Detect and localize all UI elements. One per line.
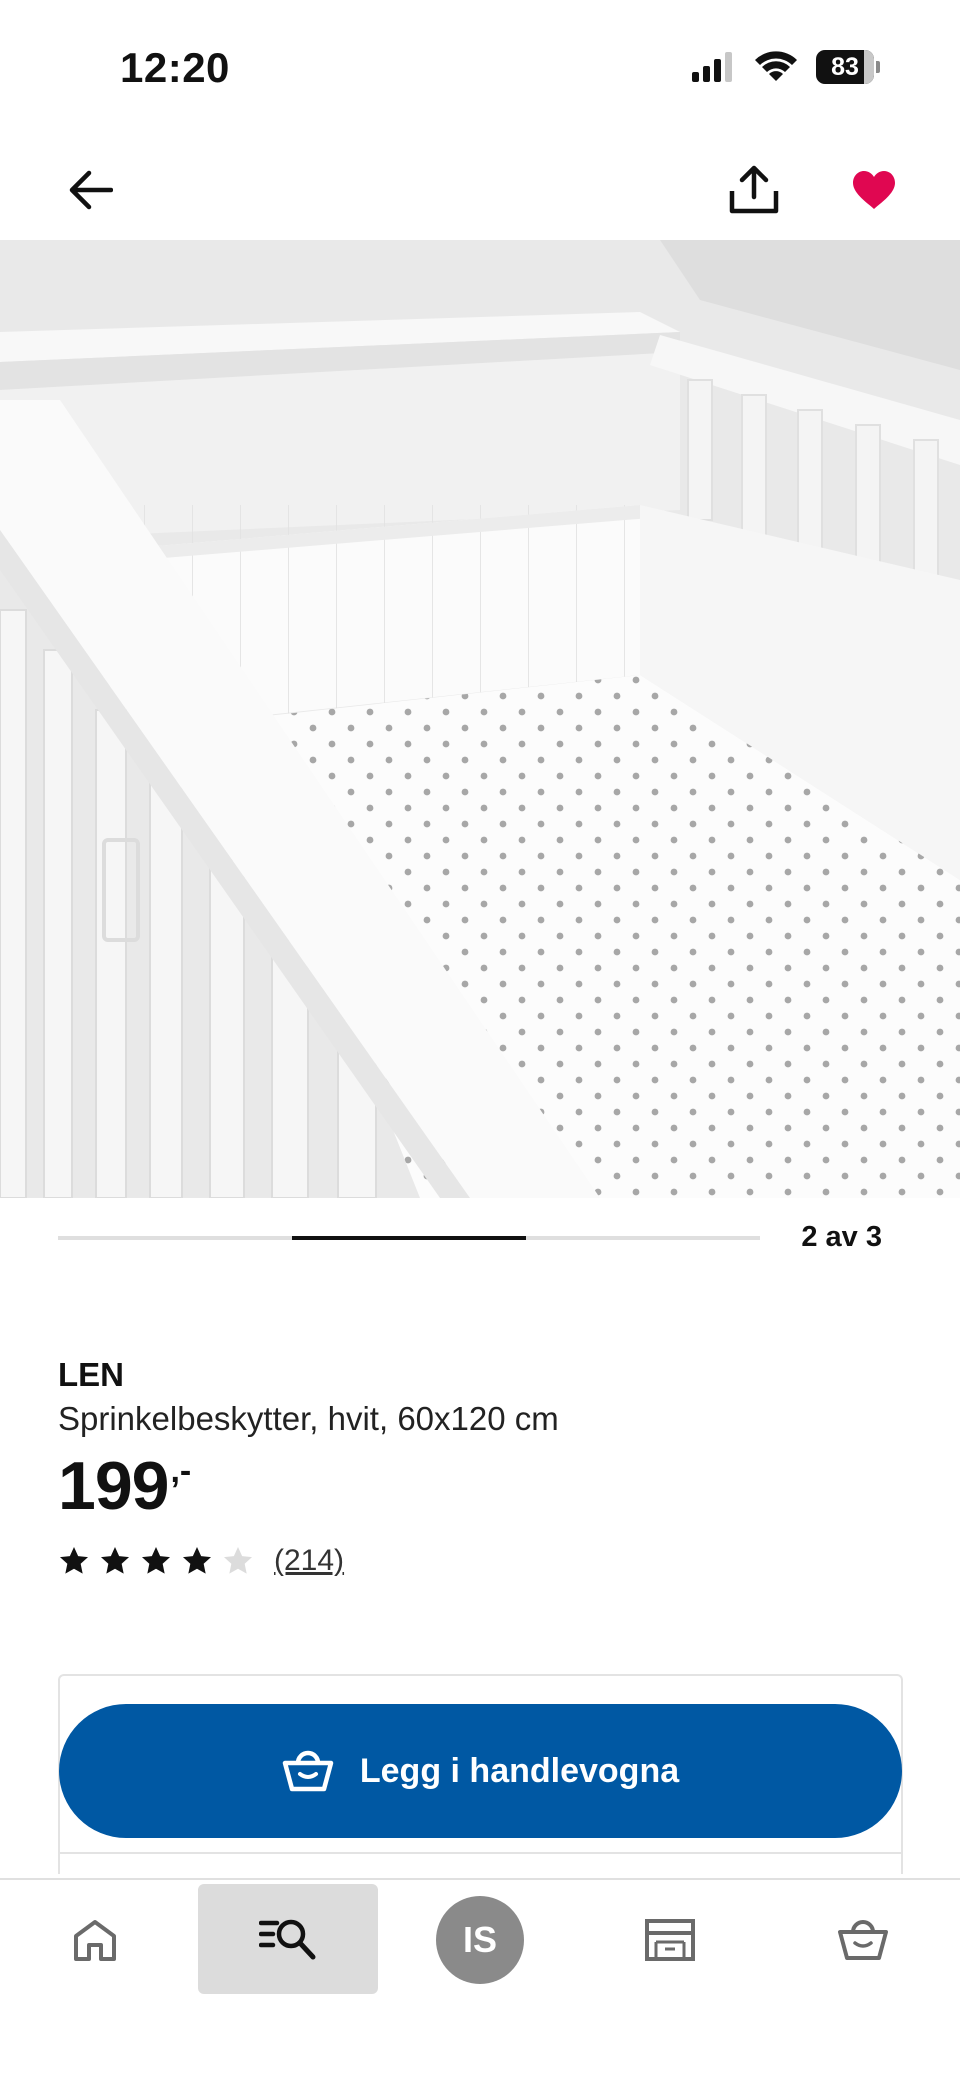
nav-cart[interactable] bbox=[818, 1880, 908, 2000]
avatar: IS bbox=[436, 1896, 524, 1984]
bottom-navigation: IS bbox=[0, 1878, 960, 2081]
carousel-track bbox=[58, 1236, 760, 1240]
image-counter: 2 av 3 bbox=[801, 1221, 882, 1253]
product-price: 199 ,- bbox=[58, 1452, 191, 1520]
top-nav bbox=[0, 140, 960, 240]
product-name: LEN bbox=[58, 1356, 124, 1393]
product-rating[interactable]: (214) bbox=[58, 1544, 344, 1578]
nav-profile[interactable]: IS bbox=[436, 1880, 524, 2000]
price-integer: 199 bbox=[58, 1448, 169, 1524]
status-bar: 12:20 83 bbox=[0, 0, 960, 140]
carousel-progress bbox=[292, 1236, 526, 1240]
wifi-icon bbox=[755, 51, 797, 81]
review-count[interactable]: (214) bbox=[274, 1544, 344, 1578]
nav-home[interactable] bbox=[50, 1880, 140, 2000]
share-button[interactable] bbox=[722, 158, 786, 222]
product-image[interactable] bbox=[0, 240, 960, 1198]
back-button[interactable] bbox=[60, 160, 120, 220]
cart-icon bbox=[838, 1920, 888, 1960]
status-time: 12:20 bbox=[120, 44, 230, 91]
product-description: Sprinkelbeskytter, hvit, 60x120 cm bbox=[58, 1400, 559, 1437]
status-icons: 83 bbox=[692, 50, 880, 84]
store-icon bbox=[645, 1919, 695, 1961]
heart-icon bbox=[853, 171, 895, 209]
cellular-signal-icon bbox=[692, 52, 732, 82]
star-icon bbox=[224, 1547, 252, 1574]
cart-icon bbox=[282, 1750, 334, 1792]
battery-level: 83 bbox=[831, 52, 859, 81]
home-icon bbox=[74, 1920, 116, 1961]
star-icon bbox=[183, 1547, 211, 1574]
price-decimal: ,- bbox=[170, 1452, 192, 1490]
image-carousel-indicator: 2 av 3 bbox=[58, 1218, 960, 1258]
battery-icon: 83 bbox=[816, 50, 880, 84]
star-icon bbox=[60, 1547, 88, 1574]
add-to-cart-button[interactable]: Legg i handlevogna bbox=[59, 1704, 902, 1838]
panel-divider bbox=[58, 1852, 903, 1854]
favorite-button[interactable] bbox=[842, 158, 906, 222]
arrow-left-icon bbox=[69, 170, 113, 210]
add-to-cart-label: Legg i handlevogna bbox=[359, 1751, 680, 1790]
share-icon bbox=[729, 165, 779, 214]
nav-search[interactable] bbox=[198, 1884, 378, 1994]
star-icon bbox=[101, 1547, 129, 1574]
nav-stores[interactable] bbox=[625, 1880, 715, 2000]
star-icon bbox=[142, 1547, 170, 1574]
rating-stars bbox=[58, 1545, 254, 1577]
search-list-icon bbox=[259, 1919, 316, 1960]
